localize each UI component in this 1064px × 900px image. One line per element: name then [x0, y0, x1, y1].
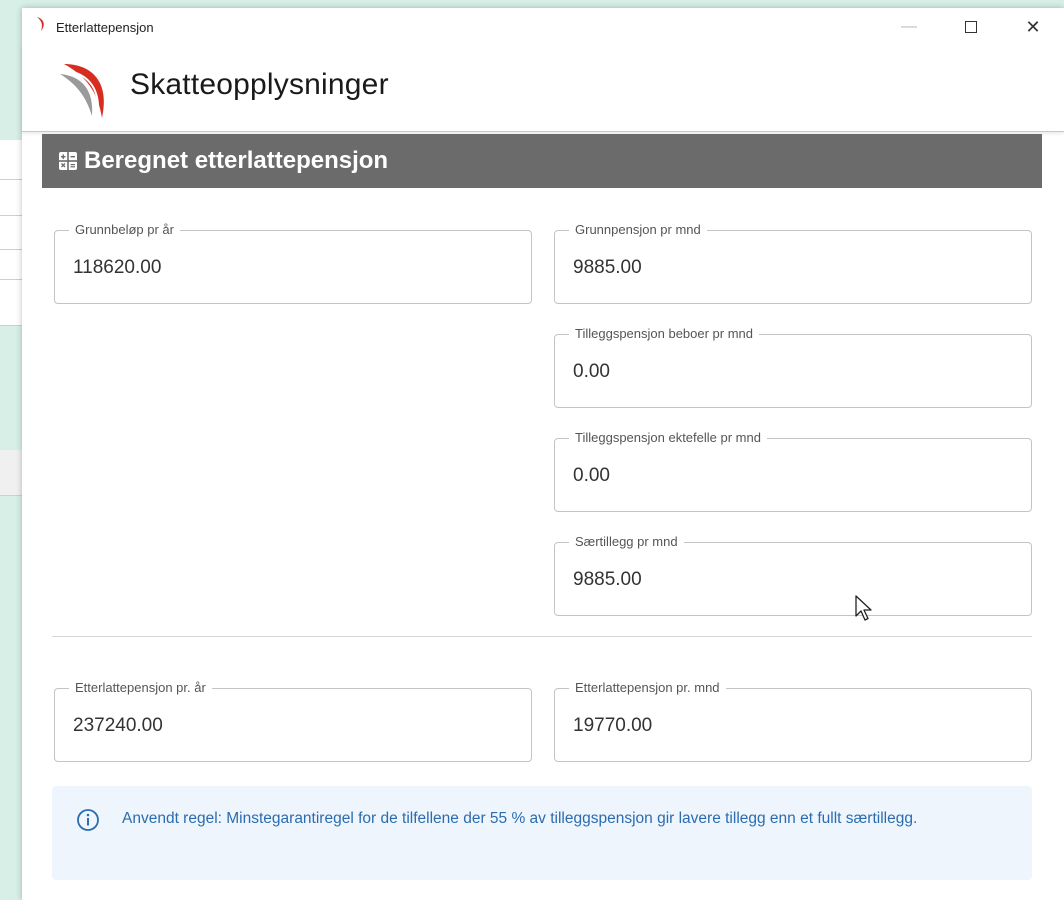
minimize-button[interactable]: — [894, 16, 924, 38]
field-value: 9885.00 [573, 257, 642, 278]
field-label: Særtillegg pr mnd [569, 534, 684, 549]
info-icon [77, 809, 99, 831]
window-title: Etterlattepensjon [56, 20, 154, 35]
tilleggspensjon-ektefelle-field[interactable]: Tilleggspensjon ektefelle pr mnd 0.00 [554, 430, 1032, 512]
info-alert: Anvendt regel: Minstegarantiregel for de… [52, 786, 1032, 880]
field-label: Grunnbeløp pr år [69, 222, 180, 237]
section-header: Beregnet etterlattepensjon [42, 134, 1042, 188]
field-value: 9885.00 [573, 569, 642, 590]
mouse-cursor-icon [855, 595, 872, 621]
brand-logo-icon [60, 64, 104, 118]
calculator-icon [59, 152, 77, 170]
field-value: 19770.00 [573, 715, 653, 736]
title-bar: Etterlattepensjon — ✕ [22, 8, 1064, 44]
info-text: Anvendt regel: Minstegarantiregel for de… [122, 810, 918, 827]
page-header: Skatteopplysninger [22, 44, 1064, 132]
field-label: Tilleggspensjon ektefelle pr mnd [569, 430, 767, 445]
field-label: Tilleggspensjon beboer pr mnd [569, 326, 760, 341]
field-value: 237240.00 [73, 715, 163, 736]
grunnpensjon-field[interactable]: Grunnpensjon pr mnd 9885.00 [554, 222, 1032, 304]
maximize-icon [965, 21, 977, 33]
dialog-window: Etterlattepensjon — ✕ Skatteopplysninger… [22, 8, 1064, 900]
maximize-button[interactable] [956, 16, 986, 38]
grunnbelop-field[interactable]: Grunnbeløp pr år 118620.00 [54, 222, 532, 304]
close-button[interactable]: ✕ [1018, 16, 1048, 38]
field-label: Grunnpensjon pr mnd [569, 222, 707, 237]
field-value: 0.00 [573, 361, 610, 382]
field-value: 0.00 [573, 465, 610, 486]
saertillegg-field[interactable]: Særtillegg pr mnd 9885.00 [554, 534, 1032, 616]
section-divider [52, 636, 1032, 637]
app-logo-icon [37, 17, 44, 31]
section-title: Beregnet etterlattepensjon [84, 147, 389, 174]
field-label: Etterlattepensjon pr. år [69, 680, 212, 695]
etterlattepensjon-mnd-field[interactable]: Etterlattepensjon pr. mnd 19770.00 [554, 680, 1032, 762]
etterlattepensjon-ar-field[interactable]: Etterlattepensjon pr. år 237240.00 [54, 680, 532, 762]
field-label: Etterlattepensjon pr. mnd [569, 680, 726, 695]
field-value: 118620.00 [73, 257, 162, 278]
tilleggspensjon-beboer-field[interactable]: Tilleggspensjon beboer pr mnd 0.00 [554, 326, 1032, 408]
page-title: Skatteopplysninger [130, 68, 389, 101]
